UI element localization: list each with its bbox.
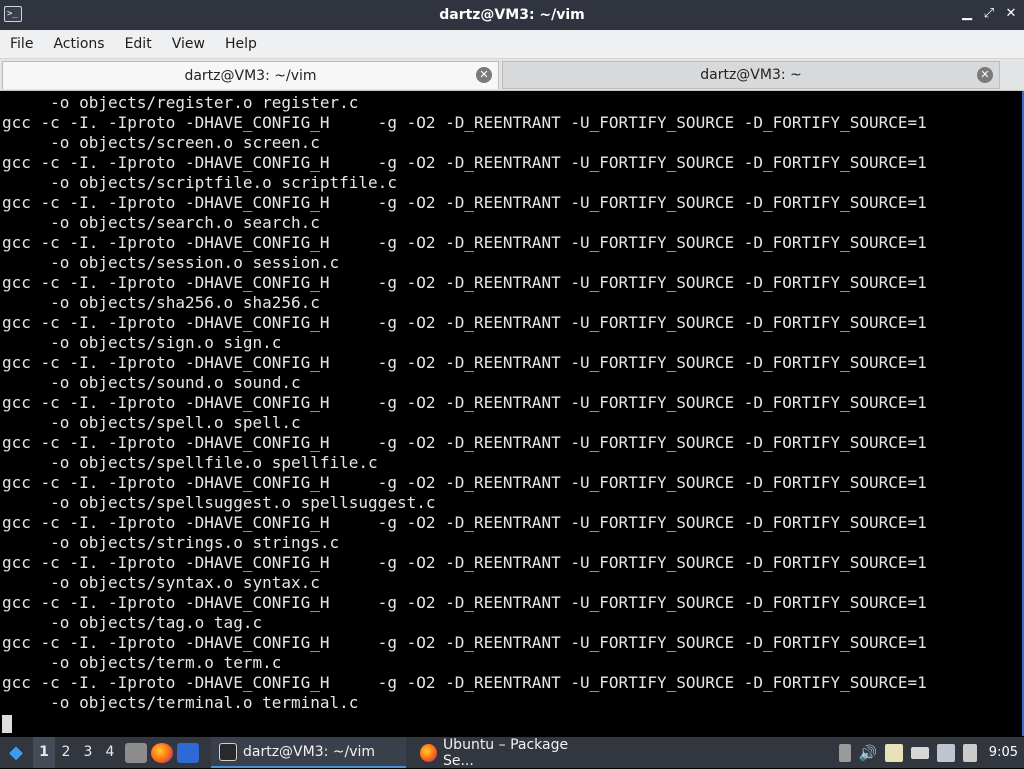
menu-actions[interactable]: Actions bbox=[43, 30, 114, 58]
workspace-2[interactable]: 2 bbox=[55, 737, 77, 768]
terminal-cursor bbox=[2, 714, 12, 733]
terminal-line: -o objects/spell.o spell.c bbox=[2, 413, 301, 432]
firefox-launcher-icon[interactable] bbox=[151, 742, 173, 763]
task-label: dartz@VM3: ~/vim bbox=[243, 743, 376, 760]
terminal-line: -o objects/sha256.o sha256.c bbox=[2, 293, 320, 312]
terminal-line: gcc -c -I. -Iproto -DHAVE_CONFIG_H -g -O… bbox=[2, 433, 927, 452]
task-terminal[interactable]: dartz@VM3: ~/vim bbox=[211, 737, 406, 768]
menu-edit[interactable]: Edit bbox=[115, 30, 162, 58]
terminal-line: -o objects/spellsuggest.o spellsuggest.c bbox=[2, 493, 436, 512]
terminal-prompt-line bbox=[2, 713, 927, 733]
file-manager-launcher-icon[interactable] bbox=[125, 742, 147, 763]
tab-label: dartz@VM3: ~ bbox=[700, 67, 802, 83]
terminal-line: -o objects/spellfile.o spellfile.c bbox=[2, 453, 378, 472]
terminal-lines: -o objects/register.o register.c gcc -c -… bbox=[2, 93, 927, 733]
window-title: dartz@VM3: ~/vim bbox=[439, 7, 585, 23]
terminal-line: -o objects/screen.o screen.c bbox=[2, 133, 320, 152]
terminal-line: gcc -c -I. -Iproto -DHAVE_CONFIG_H -g -O… bbox=[2, 273, 927, 292]
terminal-line: gcc -c -I. -Iproto -DHAVE_CONFIG_H -g -O… bbox=[2, 113, 927, 132]
terminal-line: -o objects/tag.o tag.c bbox=[2, 613, 263, 632]
terminal-line: gcc -c -I. -Iproto -DHAVE_CONFIG_H -g -O… bbox=[2, 633, 927, 652]
terminal-line: -o objects/syntax.o syntax.c bbox=[2, 573, 320, 592]
workspace-4[interactable]: 4 bbox=[99, 737, 121, 768]
close-icon[interactable]: ✕ bbox=[1004, 4, 1018, 24]
menu-file[interactable]: File bbox=[0, 30, 43, 58]
terminal-line: -o objects/terminal.o terminal.c bbox=[2, 693, 359, 712]
terminal-line: gcc -c -I. -Iproto -DHAVE_CONFIG_H -g -O… bbox=[2, 153, 927, 172]
clock[interactable]: 9:05 bbox=[989, 745, 1018, 760]
terminal-line: -o objects/sound.o sound.c bbox=[2, 373, 301, 392]
terminal-line: -o objects/strings.o strings.c bbox=[2, 533, 340, 552]
tab-close-icon[interactable]: ✕ bbox=[476, 67, 492, 83]
terminal-line: -o objects/search.o search.c bbox=[2, 213, 320, 232]
terminal-line: gcc -c -I. -Iproto -DHAVE_CONFIG_H -g -O… bbox=[2, 353, 927, 372]
terminal-line: gcc -c -I. -Iproto -DHAVE_CONFIG_H -g -O… bbox=[2, 673, 927, 692]
terminal-line: -o objects/term.o term.c bbox=[2, 653, 282, 672]
terminal-window: >_ dartz@VM3: ~/vim ▁ ⤢ ✕ File Actions E… bbox=[0, 0, 1024, 769]
terminal-line: gcc -c -I. -Iproto -DHAVE_CONFIG_H -g -O… bbox=[2, 473, 927, 492]
taskbar: ◆ 1 2 3 4 dartz@VM3: ~/vim Ubuntu – Pack… bbox=[0, 736, 1024, 769]
removable-drive-icon[interactable] bbox=[962, 743, 977, 762]
menu-help[interactable]: Help bbox=[215, 30, 267, 58]
start-menu-icon[interactable]: ◆ bbox=[5, 742, 27, 764]
workspace-3[interactable]: 3 bbox=[77, 737, 99, 768]
menu-bar: File Actions Edit View Help bbox=[0, 30, 1024, 59]
tab-label: dartz@VM3: ~/vim bbox=[184, 67, 317, 84]
tab-home[interactable]: dartz@VM3: ~ ✕ bbox=[502, 61, 1000, 89]
workspace-1[interactable]: 1 bbox=[33, 737, 55, 768]
firefox-icon bbox=[420, 743, 437, 762]
volume-icon[interactable]: 🔊 bbox=[859, 744, 878, 762]
terminal-line: -o objects/session.o session.c bbox=[2, 253, 340, 272]
tab-bar: dartz@VM3: ~/vim ✕ dartz@VM3: ~ ✕ bbox=[0, 59, 1024, 91]
menu-view[interactable]: View bbox=[162, 30, 215, 58]
show-desktop-icon[interactable] bbox=[177, 742, 199, 763]
terminal-line: gcc -c -I. -Iproto -DHAVE_CONFIG_H -g -O… bbox=[2, 193, 927, 212]
network-icon[interactable] bbox=[936, 743, 955, 762]
terminal-icon bbox=[219, 742, 237, 761]
terminal-line: gcc -c -I. -Iproto -DHAVE_CONFIG_H -g -O… bbox=[2, 393, 927, 412]
task-firefox[interactable]: Ubuntu – Package Se... bbox=[412, 736, 602, 769]
task-label: Ubuntu – Package Se... bbox=[442, 736, 569, 769]
terminal-output[interactable]: -o objects/register.o register.c gcc -c -… bbox=[0, 91, 1024, 736]
window-titlebar[interactable]: >_ dartz@VM3: ~/vim ▁ ⤢ ✕ bbox=[0, 0, 1024, 30]
terminal-line: -o objects/register.o register.c bbox=[2, 93, 359, 112]
terminal-line: -o objects/scriptfile.o scriptfile.c bbox=[2, 173, 397, 192]
terminal-line: -o objects/sign.o sign.c bbox=[2, 333, 282, 352]
upload-icon[interactable] bbox=[838, 743, 851, 762]
clipboard-icon[interactable] bbox=[884, 743, 903, 762]
terminal-line: gcc -c -I. -Iproto -DHAVE_CONFIG_H -g -O… bbox=[2, 313, 927, 332]
tab-close-icon[interactable]: ✕ bbox=[977, 67, 993, 83]
minimize-icon[interactable]: ▁ bbox=[960, 4, 974, 24]
terminal-line: gcc -c -I. -Iproto -DHAVE_CONFIG_H -g -O… bbox=[2, 593, 927, 612]
window-controls: ▁ ⤢ ✕ bbox=[960, 4, 1018, 24]
system-tray: 🔊 9:05 bbox=[838, 743, 1024, 762]
terminal-app-icon[interactable]: >_ bbox=[4, 6, 22, 22]
terminal-line: gcc -c -I. -Iproto -DHAVE_CONFIG_H -g -O… bbox=[2, 553, 927, 572]
maximize-icon[interactable]: ⤢ bbox=[982, 4, 996, 24]
terminal-line: gcc -c -I. -Iproto -DHAVE_CONFIG_H -g -O… bbox=[2, 233, 927, 252]
keyboard-icon[interactable] bbox=[910, 746, 929, 759]
terminal-line: gcc -c -I. -Iproto -DHAVE_CONFIG_H -g -O… bbox=[2, 513, 927, 532]
tab-vim[interactable]: dartz@VM3: ~/vim ✕ bbox=[2, 61, 499, 89]
